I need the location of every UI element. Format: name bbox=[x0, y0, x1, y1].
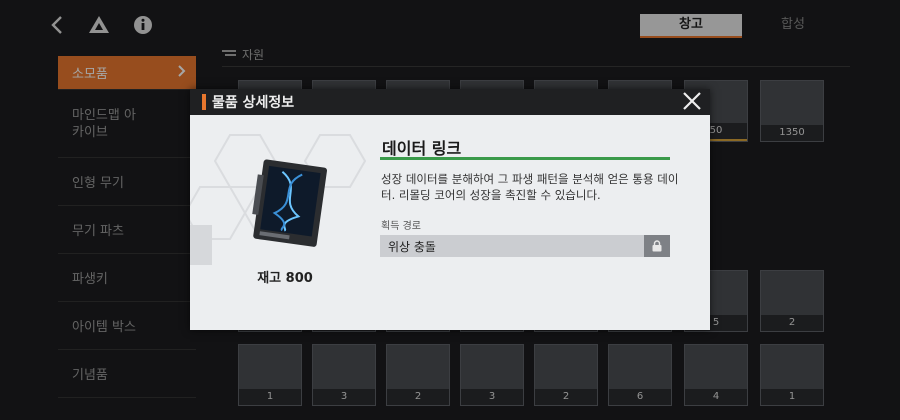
close-icon[interactable] bbox=[680, 91, 704, 113]
header-accent-bar bbox=[202, 94, 206, 110]
acquisition-source: 위상 충돌 bbox=[388, 239, 436, 254]
stock-count: 재고 800 bbox=[257, 271, 313, 286]
lock-icon[interactable] bbox=[644, 235, 670, 257]
acquisition-source-row[interactable]: 위상 충돌 bbox=[380, 235, 670, 257]
modal-title: 물품 상세정보 bbox=[212, 95, 295, 111]
item-description: 성장 데이터를 분해하여 그 파생 패턴을 분석해 얻은 통용 데이터. 리몰딩… bbox=[381, 172, 679, 202]
acquisition-label: 획득 경로 bbox=[381, 221, 421, 232]
data-link-item-image bbox=[248, 159, 330, 249]
item-name-underline bbox=[380, 157, 670, 160]
modal-header: 물품 상세정보 bbox=[190, 89, 710, 115]
item-name: 데이터 링크 bbox=[382, 139, 462, 158]
item-detail-modal: 물품 상세정보 재고 800 데이터 링크 성장 데이터를 분해하여 그 파생 … bbox=[190, 89, 710, 330]
